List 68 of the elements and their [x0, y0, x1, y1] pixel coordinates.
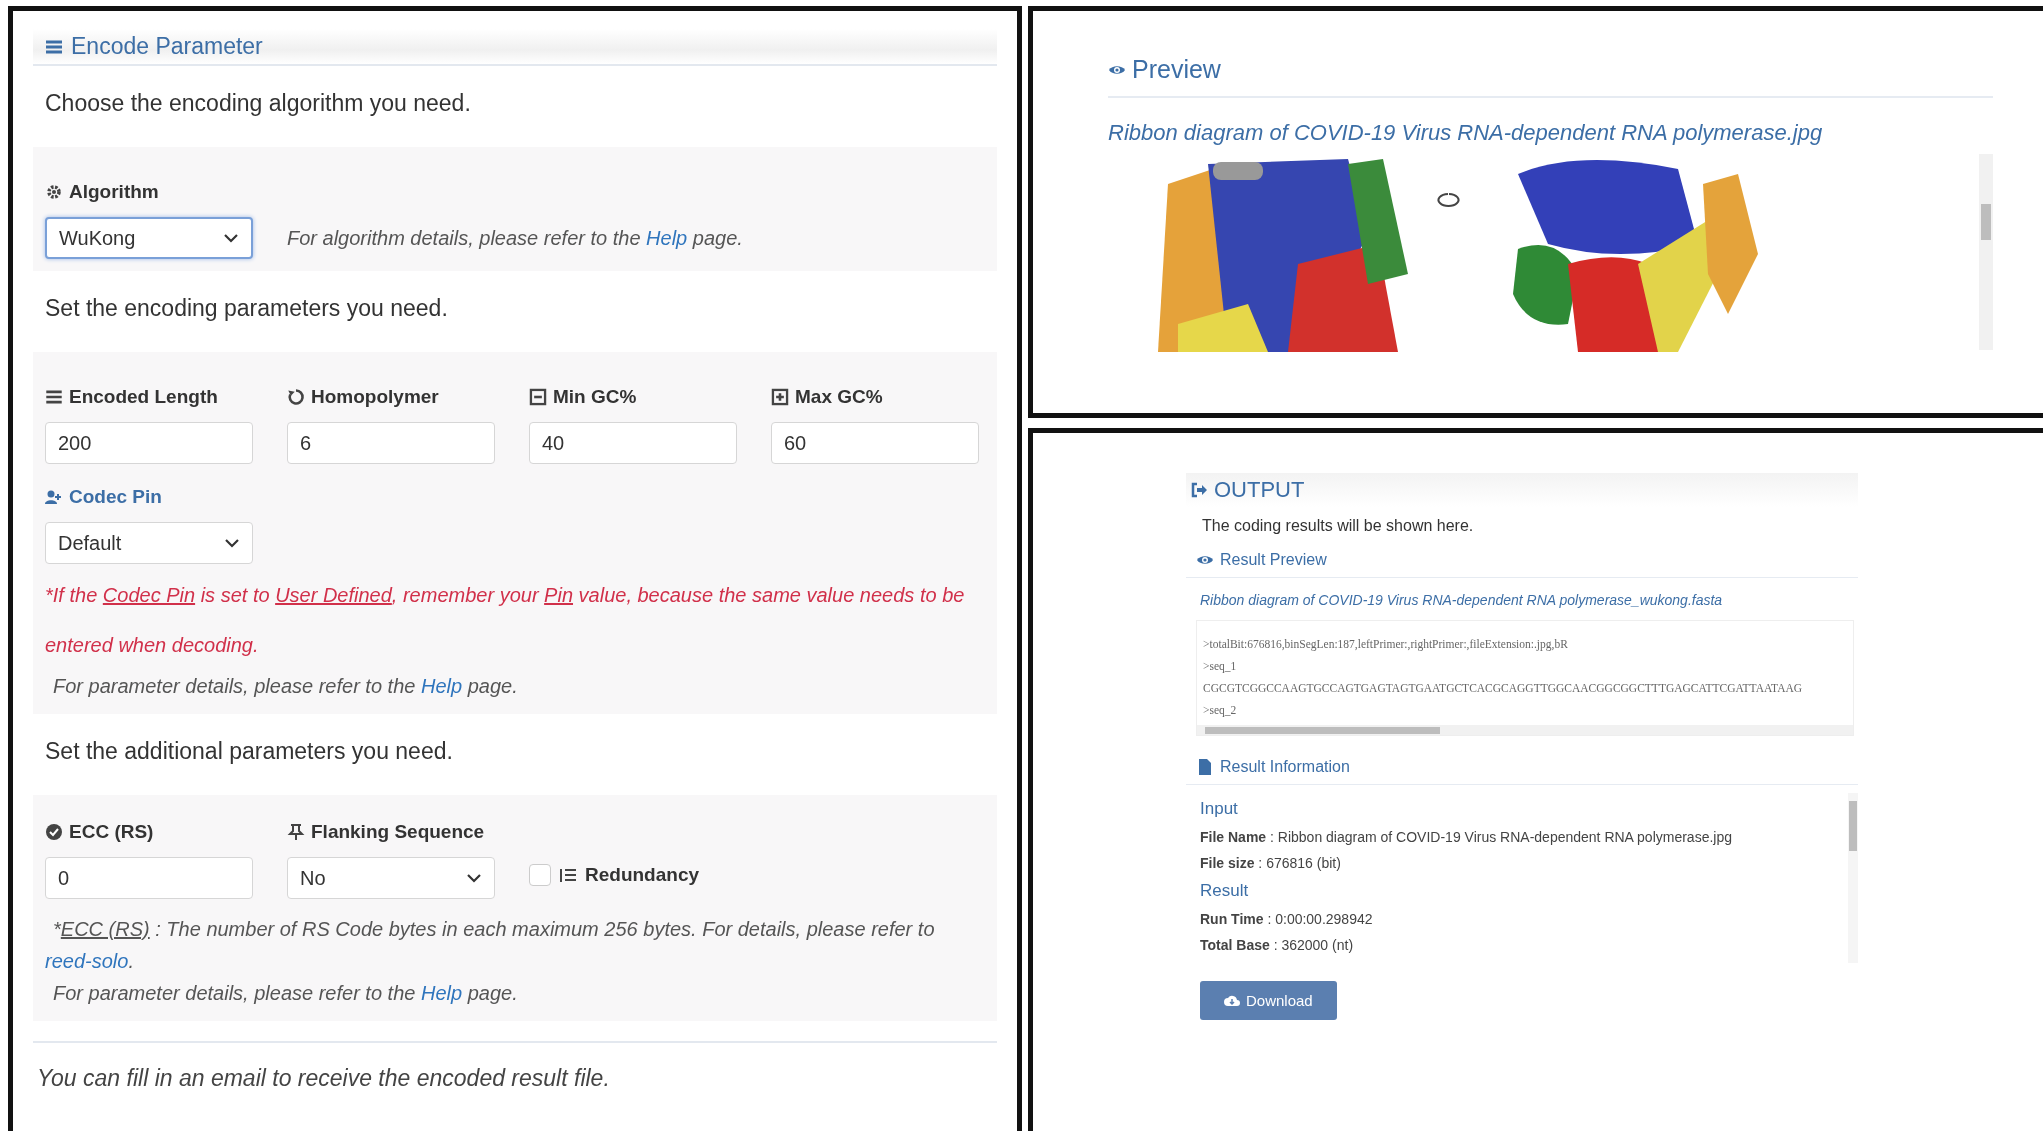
document-icon: [1196, 758, 1214, 776]
field-label: Algorithm: [69, 181, 159, 203]
code-line: >seq_2: [1203, 703, 1237, 719]
caret-icon: [466, 873, 482, 883]
section-prompt: Choose the encoding algorithm you need.: [45, 90, 472, 117]
help-note: For parameter details, please refer to the Help page.: [53, 981, 519, 1006]
output-description: The coding results will be shown here.: [1202, 517, 1475, 535]
checkbox[interactable]: [529, 864, 551, 886]
field-icon: [287, 388, 305, 406]
algorithm-select[interactable]: WuKong: [45, 217, 253, 259]
gear-icon: [45, 183, 63, 201]
section-title: Result Information: [1220, 758, 1350, 776]
help-link[interactable]: Help: [420, 982, 463, 1004]
field-label: Min GC%: [553, 386, 637, 408]
output-title: OUTPUT: [1214, 477, 1305, 503]
caret-icon: [223, 233, 239, 243]
users-icon: [45, 488, 63, 506]
input-field[interactable]: 6: [287, 422, 495, 464]
group-heading: Result: [1200, 881, 1250, 901]
cloud-download-icon: [1224, 993, 1240, 1008]
email-prompt: You can fill in an email to receive the encoded result file.: [37, 1065, 611, 1092]
panel-title: Encode Parameter: [71, 33, 263, 60]
sign-out-icon: [1190, 481, 1208, 499]
field-label: Codec Pin: [69, 486, 162, 508]
group-heading: Input: [1200, 799, 1239, 819]
check-circle-icon: [45, 823, 63, 841]
field-label: Homopolymer: [311, 386, 439, 408]
download-button[interactable]: Download: [1200, 981, 1337, 1020]
field-label: Flanking Sequence: [311, 821, 485, 843]
pin-icon: [287, 823, 305, 841]
info-row-text: Total Base : 362000 (nt): [1200, 937, 1355, 953]
input-field[interactable]: 60: [771, 422, 979, 464]
code-line: >seq_1: [1203, 659, 1237, 675]
codec-pin-select[interactable]: Default: [45, 522, 253, 564]
section-prompt: Set the encoding parameters you need.: [45, 295, 449, 322]
code-line: >totalBit:676816,binSegLen:187,leftPrimer:,rightPrimer:,fileExtension:.jpg,bR: [1203, 637, 1568, 653]
list-icon: [559, 866, 577, 884]
ecc-note: *ECC (RS) : The number of RS Code bytes in each maximum 256 bytes. For details, please refer to reed-solo.: [45, 917, 936, 974]
section-prompt: Set the additional parameters you need.: [45, 738, 454, 765]
field-icon: [529, 388, 547, 406]
input-field[interactable]: 200: [45, 422, 253, 464]
scrollbar[interactable]: [1197, 725, 1853, 735]
scrollbar[interactable]: [1979, 154, 1993, 350]
code-line: CGCGTCGGCCAAGTGCCAGTGAGTAGTGAATGCTCACGCAGGTTGGCAACGGCGGCTTTGAGCATTCGATTAATAAG: [1203, 681, 1803, 696]
caret-icon: [224, 538, 240, 548]
info-row-text: Run Time : 0:00:00.298942: [1200, 911, 1374, 927]
section-title: Result Preview: [1220, 551, 1327, 569]
input-field[interactable]: 40: [529, 422, 737, 464]
flanking-select[interactable]: No: [287, 857, 495, 899]
preview-title: Preview: [1132, 55, 1221, 84]
help-link[interactable]: Help: [420, 675, 463, 697]
input-field[interactable]: 0: [45, 857, 253, 899]
help-link[interactable]: reed-solo: [45, 950, 129, 972]
scrollbar[interactable]: [1848, 793, 1858, 963]
help-note: For algorithm details, please refer to the Help page.: [287, 226, 743, 251]
field-icon: [45, 388, 63, 406]
file-name: Ribbon diagram of COVID-19 Virus RNA-dependent RNA polymerase.jpg: [1108, 120, 1824, 146]
field-label: ECC (RS): [69, 821, 154, 843]
info-row: File Name : Ribbon diagram of COVID-19 Virus RNA-dependent RNA polymerase.jpg: [1200, 829, 1732, 845]
info-row-text: File size : 676816 (bit): [1200, 855, 1342, 871]
field-label: Max GC%: [795, 386, 883, 408]
field-icon: [771, 388, 789, 406]
help-note: For parameter details, please refer to the Help page.: [53, 674, 519, 699]
warning-note: *If the Codec Pin is set to User Defined, remember your Pin value, because the same value needs to be entered when decoding.: [45, 583, 966, 658]
checkbox-label: Redundancy: [585, 864, 700, 886]
field-label: Encoded Length: [69, 386, 218, 408]
file-name: Ribbon diagram of COVID-19 Virus RNA-dependent RNA polymerase_wukong.fasta: [1200, 592, 1724, 608]
help-link[interactable]: Help: [646, 227, 688, 249]
